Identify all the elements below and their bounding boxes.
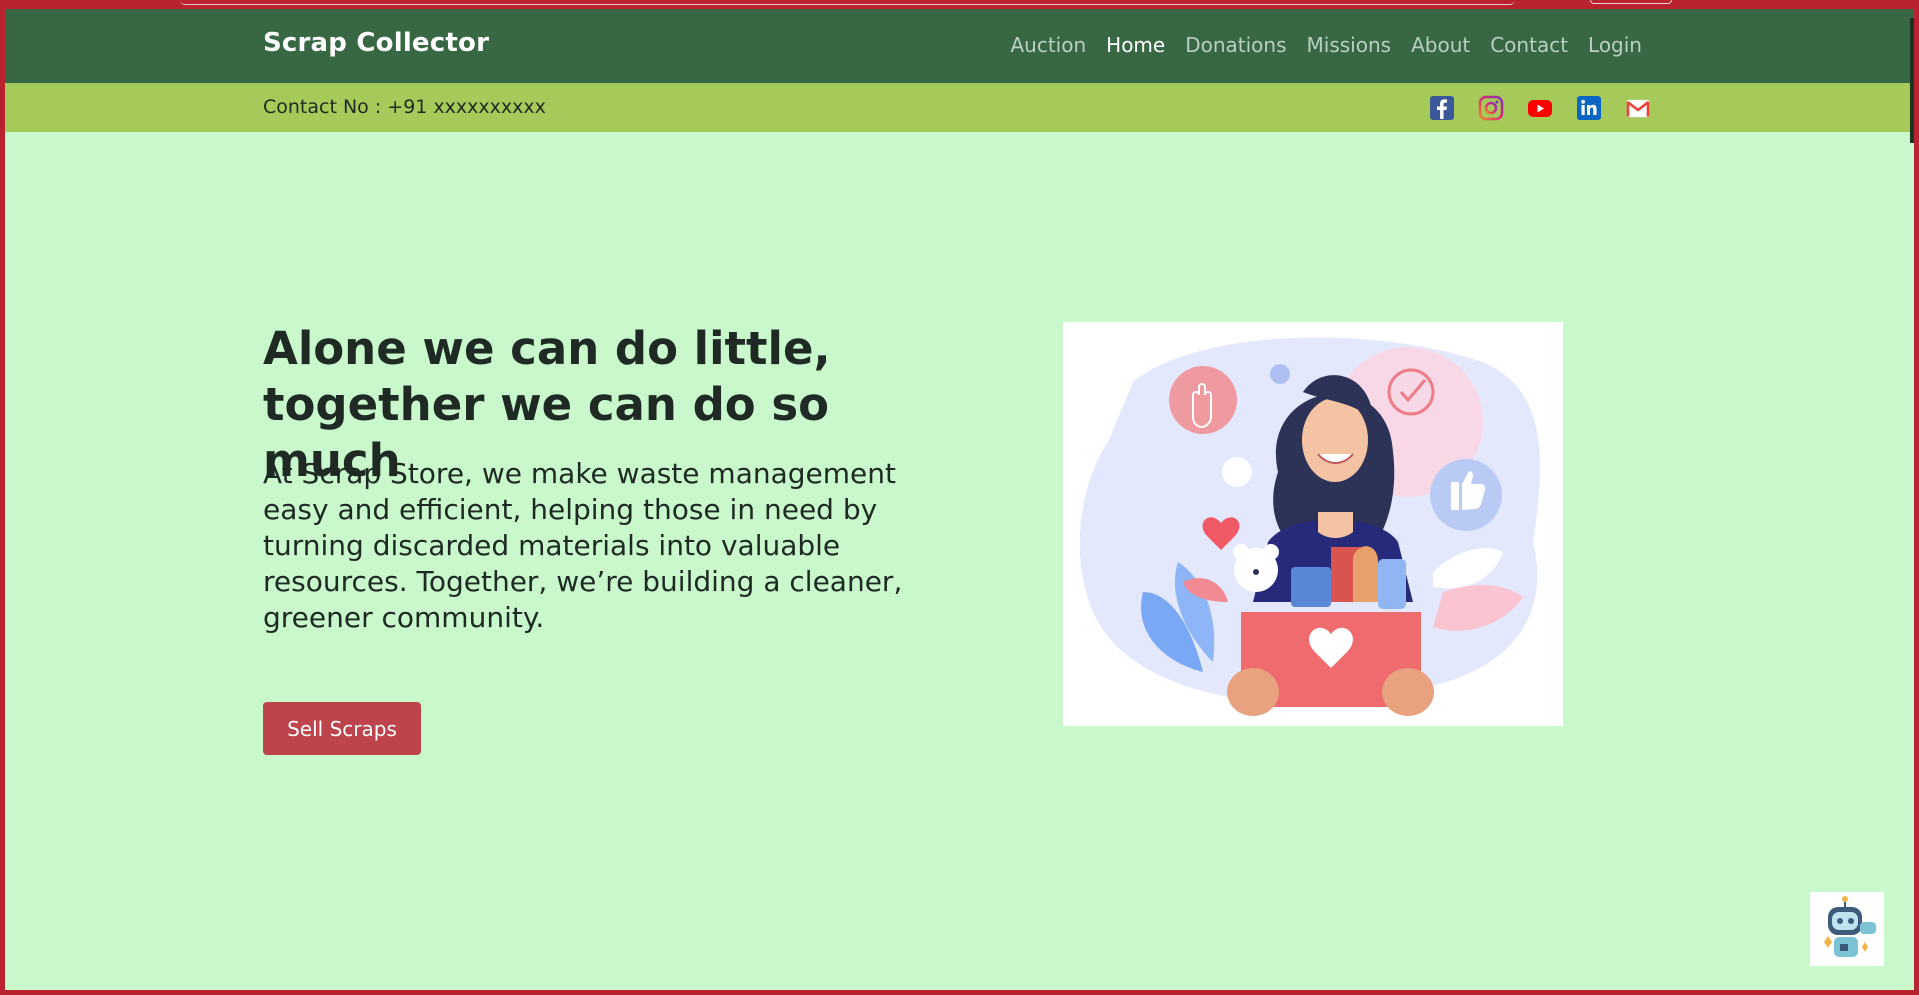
social-links [1429,95,1651,121]
nav-about[interactable]: About [1411,33,1470,57]
youtube-icon[interactable] [1527,95,1553,121]
navbar: Scrap Collector Auction Home Donations M… [5,9,1914,83]
sell-scraps-button[interactable]: Sell Scraps [263,702,421,755]
gmail-icon[interactable] [1625,95,1651,121]
instagram-icon[interactable] [1478,95,1504,121]
nav-login[interactable]: Login [1588,33,1642,57]
browser-top-button [1590,0,1672,4]
browser-top-strip [180,0,1515,5]
contact-number: Contact No : +91 xxxxxxxxxx [263,96,546,118]
scrollbar[interactable] [1910,18,1914,143]
nav-auction[interactable]: Auction [1010,33,1086,57]
hero-description: At Scrap Store, we make waste management… [263,457,903,634]
nav-donations[interactable]: Donations [1185,33,1286,57]
brand-logo[interactable]: Scrap Collector [263,28,489,58]
page: Scrap Collector Auction Home Donations M… [5,9,1914,990]
facebook-icon[interactable] [1429,95,1455,121]
linkedin-icon[interactable] [1576,95,1602,121]
nav-home[interactable]: Home [1106,33,1165,57]
nav-missions[interactable]: Missions [1307,33,1392,57]
donation-illustration [1063,322,1563,726]
chatbot-icon[interactable] [1810,892,1884,966]
contact-bar: Contact No : +91 xxxxxxxxxx [5,83,1914,132]
nav-contact[interactable]: Contact [1490,33,1568,57]
main-nav: Auction Home Donations Missions About Co… [1010,33,1642,57]
